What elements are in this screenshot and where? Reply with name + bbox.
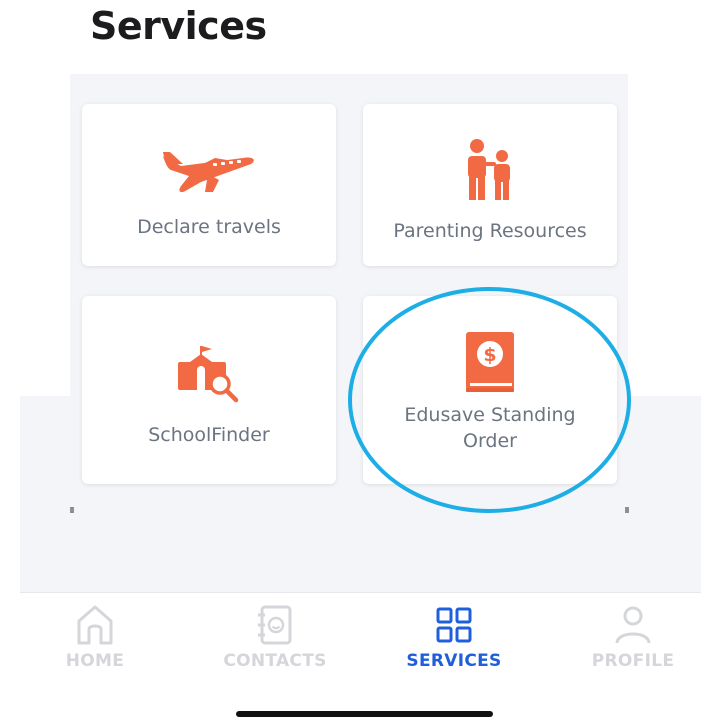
scroll-indicator-left bbox=[70, 507, 74, 513]
tab-label: CONTACTS bbox=[223, 651, 327, 671]
service-card-declare-travels[interactable]: Declare travels bbox=[82, 104, 336, 266]
contacts-icon bbox=[258, 605, 292, 645]
tab-services[interactable]: SERVICES bbox=[369, 593, 539, 683]
school-search-icon bbox=[178, 346, 239, 403]
service-card-schoolfinder[interactable]: SchoolFinder bbox=[82, 296, 336, 484]
bottom-tab-bar: HOME CONTACTS SERVICES PROFILE bbox=[20, 592, 701, 682]
airplane-icon bbox=[163, 152, 254, 193]
tab-home[interactable]: HOME bbox=[10, 593, 180, 683]
scroll-indicator-right bbox=[625, 507, 629, 513]
parent-child-icon bbox=[468, 139, 510, 200]
service-card-label: SchoolFinder bbox=[148, 424, 270, 446]
home-icon bbox=[77, 605, 113, 645]
tab-label: HOME bbox=[65, 651, 125, 671]
service-card-edusave-standing-order[interactable]: $ Edusave Standing Order bbox=[363, 296, 617, 484]
tab-label: PROFILE bbox=[591, 651, 675, 671]
dollar-book-icon: $ bbox=[466, 332, 514, 392]
page-title: Services bbox=[90, 4, 267, 48]
home-indicator[interactable] bbox=[236, 711, 493, 717]
dollar-sign-icon: $ bbox=[483, 344, 496, 366]
service-card-parenting-resources[interactable]: Parenting Resources bbox=[363, 104, 617, 266]
services-screen: Services Declare travels Parenting Resou… bbox=[0, 0, 701, 717]
service-card-label: Edusave Standing Order bbox=[404, 404, 576, 452]
tab-contacts[interactable]: CONTACTS bbox=[190, 593, 360, 683]
service-card-label: Declare travels bbox=[137, 216, 281, 238]
tab-label: SERVICES bbox=[406, 651, 502, 671]
grid-icon bbox=[436, 607, 472, 643]
service-card-label: Parenting Resources bbox=[393, 220, 587, 242]
profile-icon bbox=[615, 606, 651, 644]
tab-profile[interactable]: PROFILE bbox=[548, 593, 701, 683]
